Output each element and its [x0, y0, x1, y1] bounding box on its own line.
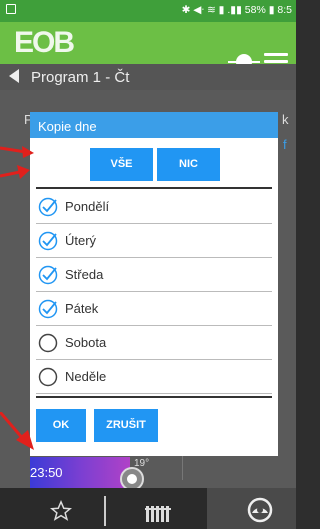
checked-circle-icon[interactable] — [38, 231, 58, 251]
unchecked-circle-icon[interactable] — [38, 333, 58, 353]
day-label: Sobota — [65, 335, 107, 350]
tab-radiator[interactable] — [107, 488, 207, 529]
nav-bar: Program 1 - Čt — [0, 64, 296, 90]
app-bar: EOB — [0, 22, 296, 70]
day-row-sobota[interactable]: Sobota — [36, 326, 272, 360]
day-row-utery[interactable]: Úterý — [36, 224, 272, 258]
cancel-button[interactable]: ZRUŠIT — [94, 409, 158, 442]
time-label: 23:50 — [30, 465, 63, 480]
checked-circle-icon[interactable] — [38, 299, 58, 319]
annotation-arrow-icon — [0, 165, 30, 179]
status-bar: ✱ ◀ᐧ ≋ ▮ .▮▮ 58% ▮ 8:5 — [0, 0, 296, 22]
back-arrow-icon[interactable] — [8, 69, 20, 83]
image-notification-icon — [6, 4, 16, 14]
divider — [36, 396, 272, 398]
status-indicators: ✱ ◀ᐧ ≋ ▮ .▮▮ 58% ▮ 8:5 — [181, 4, 292, 16]
radiator-icon — [145, 506, 171, 522]
copy-day-dialog: Kopie dne VŠE NIC Pondělí Úterý Středa P… — [30, 112, 278, 456]
ok-button[interactable]: OK — [36, 409, 86, 442]
annotation-arrow-icon — [0, 412, 34, 450]
unchecked-circle-icon[interactable] — [38, 367, 58, 387]
day-label: Neděle — [65, 369, 107, 384]
page-title: Program 1 - Čt — [31, 69, 130, 86]
day-label: Středa — [65, 267, 104, 282]
thermostat-dial-icon — [247, 497, 273, 523]
background-label-right: k — [282, 112, 289, 127]
checked-circle-icon[interactable] — [38, 197, 58, 217]
day-row-nedele[interactable]: Neděle — [36, 360, 272, 394]
select-none-button[interactable]: NIC — [157, 148, 220, 181]
day-row-streda[interactable]: Středa — [36, 258, 272, 292]
day-label: Pátek — [65, 301, 99, 316]
tab-separator — [104, 496, 106, 526]
select-all-button[interactable]: VŠE — [90, 148, 153, 181]
day-label: Úterý — [65, 233, 97, 248]
day-row-patek[interactable]: Pátek — [36, 292, 272, 326]
bottom-tab-bar — [0, 488, 296, 529]
star-icon — [50, 500, 72, 521]
annotation-arrow-icon — [0, 146, 34, 158]
day-label: Pondělí — [65, 199, 110, 214]
day-row-pondeli[interactable]: Pondělí — [36, 190, 272, 224]
checked-circle-icon[interactable] — [38, 265, 58, 285]
divider — [36, 187, 272, 189]
tab-thermostat[interactable] — [207, 488, 296, 529]
tab-favorites[interactable] — [0, 488, 104, 529]
app-logo: EOB — [14, 26, 75, 59]
dialog-title: Kopie dne — [30, 112, 278, 138]
background-bracket: f — [283, 137, 287, 152]
